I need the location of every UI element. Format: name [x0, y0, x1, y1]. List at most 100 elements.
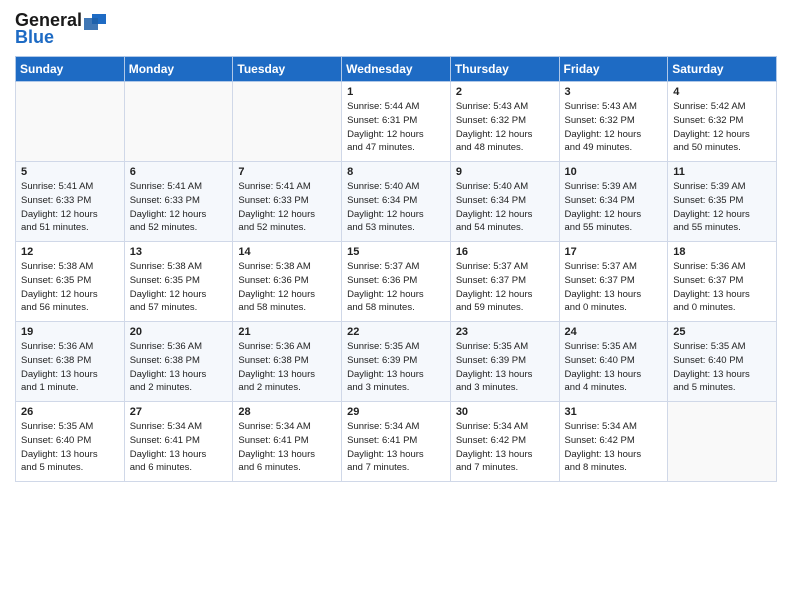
calendar-cell [233, 82, 342, 162]
day-number: 20 [130, 326, 228, 338]
logo: General Blue [15, 10, 106, 48]
day-detail: Sunrise: 5:35 AM Sunset: 6:40 PM Dayligh… [565, 340, 663, 395]
day-number: 4 [673, 86, 771, 98]
day-detail: Sunrise: 5:37 AM Sunset: 6:36 PM Dayligh… [347, 260, 445, 315]
day-detail: Sunrise: 5:38 AM Sunset: 6:35 PM Dayligh… [21, 260, 119, 315]
day-detail: Sunrise: 5:39 AM Sunset: 6:35 PM Dayligh… [673, 180, 771, 235]
calendar-cell: 16 Sunrise: 5:37 AM Sunset: 6:37 PM Dayli… [450, 242, 559, 322]
day-number: 18 [673, 246, 771, 258]
day-number: 13 [130, 246, 228, 258]
day-number: 17 [565, 246, 663, 258]
day-detail: Sunrise: 5:44 AM Sunset: 6:31 PM Dayligh… [347, 100, 445, 155]
day-detail: Sunrise: 5:41 AM Sunset: 6:33 PM Dayligh… [21, 180, 119, 235]
day-detail: Sunrise: 5:42 AM Sunset: 6:32 PM Dayligh… [673, 100, 771, 155]
day-number: 5 [21, 166, 119, 178]
day-number: 6 [130, 166, 228, 178]
calendar-cell: 4 Sunrise: 5:42 AM Sunset: 6:32 PM Daylig… [668, 82, 777, 162]
calendar-cell: 24Sunrise: 5:35 AM Sunset: 6:40 PM Dayli… [559, 322, 668, 402]
calendar-week-row: 5 Sunrise: 5:41 AM Sunset: 6:33 PM Daylig… [16, 162, 777, 242]
calendar-cell: 15Sunrise: 5:37 AM Sunset: 6:36 PM Dayli… [342, 242, 451, 322]
calendar-week-row: 1 Sunrise: 5:44 AM Sunset: 6:31 PM Daylig… [16, 82, 777, 162]
logo-icon [84, 12, 106, 30]
calendar-cell: 1 Sunrise: 5:44 AM Sunset: 6:31 PM Daylig… [342, 82, 451, 162]
calendar-cell: 5 Sunrise: 5:41 AM Sunset: 6:33 PM Daylig… [16, 162, 125, 242]
day-number: 14 [238, 246, 336, 258]
calendar-cell: 7 Sunrise: 5:41 AM Sunset: 6:33 PM Daylig… [233, 162, 342, 242]
day-detail: Sunrise: 5:35 AM Sunset: 6:39 PM Dayligh… [347, 340, 445, 395]
day-detail: Sunrise: 5:34 AM Sunset: 6:42 PM Dayligh… [456, 420, 554, 475]
calendar-cell: 8Sunrise: 5:40 AM Sunset: 6:34 PM Daylig… [342, 162, 451, 242]
day-detail: Sunrise: 5:43 AM Sunset: 6:32 PM Dayligh… [456, 100, 554, 155]
day-detail: Sunrise: 5:36 AM Sunset: 6:38 PM Dayligh… [21, 340, 119, 395]
day-detail: Sunrise: 5:37 AM Sunset: 6:37 PM Dayligh… [565, 260, 663, 315]
day-number: 9 [456, 166, 554, 178]
calendar-cell: 9 Sunrise: 5:40 AM Sunset: 6:34 PM Daylig… [450, 162, 559, 242]
calendar-cell: 29 Sunrise: 5:34 AM Sunset: 6:41 PM Dayli… [342, 402, 451, 482]
page-header: General Blue [15, 10, 777, 48]
day-number: 28 [238, 406, 336, 418]
day-detail: Sunrise: 5:37 AM Sunset: 6:37 PM Dayligh… [456, 260, 554, 315]
day-number: 16 [456, 246, 554, 258]
calendar-cell: 20 Sunrise: 5:36 AM Sunset: 6:38 PM Dayli… [124, 322, 233, 402]
day-detail: Sunrise: 5:34 AM Sunset: 6:41 PM Dayligh… [130, 420, 228, 475]
weekday-header: Friday [559, 57, 668, 82]
day-detail: Sunrise: 5:36 AM Sunset: 6:38 PM Dayligh… [238, 340, 336, 395]
day-number: 7 [238, 166, 336, 178]
day-detail: Sunrise: 5:41 AM Sunset: 6:33 PM Dayligh… [238, 180, 336, 235]
calendar-cell [668, 402, 777, 482]
calendar-cell: 26Sunrise: 5:35 AM Sunset: 6:40 PM Dayli… [16, 402, 125, 482]
day-number: 3 [565, 86, 663, 98]
day-number: 2 [456, 86, 554, 98]
calendar-week-row: 12 Sunrise: 5:38 AM Sunset: 6:35 PM Dayli… [16, 242, 777, 322]
day-number: 12 [21, 246, 119, 258]
day-number: 23 [456, 326, 554, 338]
calendar-week-row: 19Sunrise: 5:36 AM Sunset: 6:38 PM Dayli… [16, 322, 777, 402]
day-detail: Sunrise: 5:43 AM Sunset: 6:32 PM Dayligh… [565, 100, 663, 155]
calendar-cell: 27 Sunrise: 5:34 AM Sunset: 6:41 PM Dayli… [124, 402, 233, 482]
calendar-cell: 6Sunrise: 5:41 AM Sunset: 6:33 PM Daylig… [124, 162, 233, 242]
day-number: 29 [347, 406, 445, 418]
day-detail: Sunrise: 5:38 AM Sunset: 6:36 PM Dayligh… [238, 260, 336, 315]
day-detail: Sunrise: 5:34 AM Sunset: 6:41 PM Dayligh… [238, 420, 336, 475]
day-number: 31 [565, 406, 663, 418]
day-detail: Sunrise: 5:35 AM Sunset: 6:39 PM Dayligh… [456, 340, 554, 395]
day-number: 1 [347, 86, 445, 98]
calendar-week-row: 26Sunrise: 5:35 AM Sunset: 6:40 PM Dayli… [16, 402, 777, 482]
day-number: 10 [565, 166, 663, 178]
day-detail: Sunrise: 5:35 AM Sunset: 6:40 PM Dayligh… [21, 420, 119, 475]
calendar-cell: 11 Sunrise: 5:39 AM Sunset: 6:35 PM Dayli… [668, 162, 777, 242]
day-number: 11 [673, 166, 771, 178]
day-number: 25 [673, 326, 771, 338]
logo-blue-text: Blue [15, 27, 54, 48]
day-detail: Sunrise: 5:38 AM Sunset: 6:35 PM Dayligh… [130, 260, 228, 315]
calendar-cell: 19Sunrise: 5:36 AM Sunset: 6:38 PM Dayli… [16, 322, 125, 402]
calendar-cell: 12 Sunrise: 5:38 AM Sunset: 6:35 PM Dayli… [16, 242, 125, 322]
calendar-cell: 31Sunrise: 5:34 AM Sunset: 6:42 PM Dayli… [559, 402, 668, 482]
weekday-header: Monday [124, 57, 233, 82]
day-detail: Sunrise: 5:40 AM Sunset: 6:34 PM Dayligh… [456, 180, 554, 235]
weekday-header: Wednesday [342, 57, 451, 82]
calendar-cell: 28 Sunrise: 5:34 AM Sunset: 6:41 PM Dayli… [233, 402, 342, 482]
day-detail: Sunrise: 5:36 AM Sunset: 6:37 PM Dayligh… [673, 260, 771, 315]
day-detail: Sunrise: 5:34 AM Sunset: 6:41 PM Dayligh… [347, 420, 445, 475]
calendar-cell: 17 Sunrise: 5:37 AM Sunset: 6:37 PM Dayli… [559, 242, 668, 322]
day-detail: Sunrise: 5:36 AM Sunset: 6:38 PM Dayligh… [130, 340, 228, 395]
calendar-cell: 10Sunrise: 5:39 AM Sunset: 6:34 PM Dayli… [559, 162, 668, 242]
weekday-header: Tuesday [233, 57, 342, 82]
day-number: 30 [456, 406, 554, 418]
weekday-header: Thursday [450, 57, 559, 82]
calendar-cell: 18 Sunrise: 5:36 AM Sunset: 6:37 PM Dayli… [668, 242, 777, 322]
day-number: 27 [130, 406, 228, 418]
calendar-cell [16, 82, 125, 162]
calendar-cell: 13 Sunrise: 5:38 AM Sunset: 6:35 PM Dayli… [124, 242, 233, 322]
day-detail: Sunrise: 5:40 AM Sunset: 6:34 PM Dayligh… [347, 180, 445, 235]
day-detail: Sunrise: 5:35 AM Sunset: 6:40 PM Dayligh… [673, 340, 771, 395]
calendar-cell [124, 82, 233, 162]
calendar-table: SundayMondayTuesdayWednesdayThursdayFrid… [15, 56, 777, 482]
calendar-cell: 2 Sunrise: 5:43 AM Sunset: 6:32 PM Daylig… [450, 82, 559, 162]
calendar-cell: 14 Sunrise: 5:38 AM Sunset: 6:36 PM Dayli… [233, 242, 342, 322]
calendar-cell: 3 Sunrise: 5:43 AM Sunset: 6:32 PM Daylig… [559, 82, 668, 162]
calendar-cell: 23 Sunrise: 5:35 AM Sunset: 6:39 PM Dayli… [450, 322, 559, 402]
calendar-cell: 22 Sunrise: 5:35 AM Sunset: 6:39 PM Dayli… [342, 322, 451, 402]
day-number: 22 [347, 326, 445, 338]
